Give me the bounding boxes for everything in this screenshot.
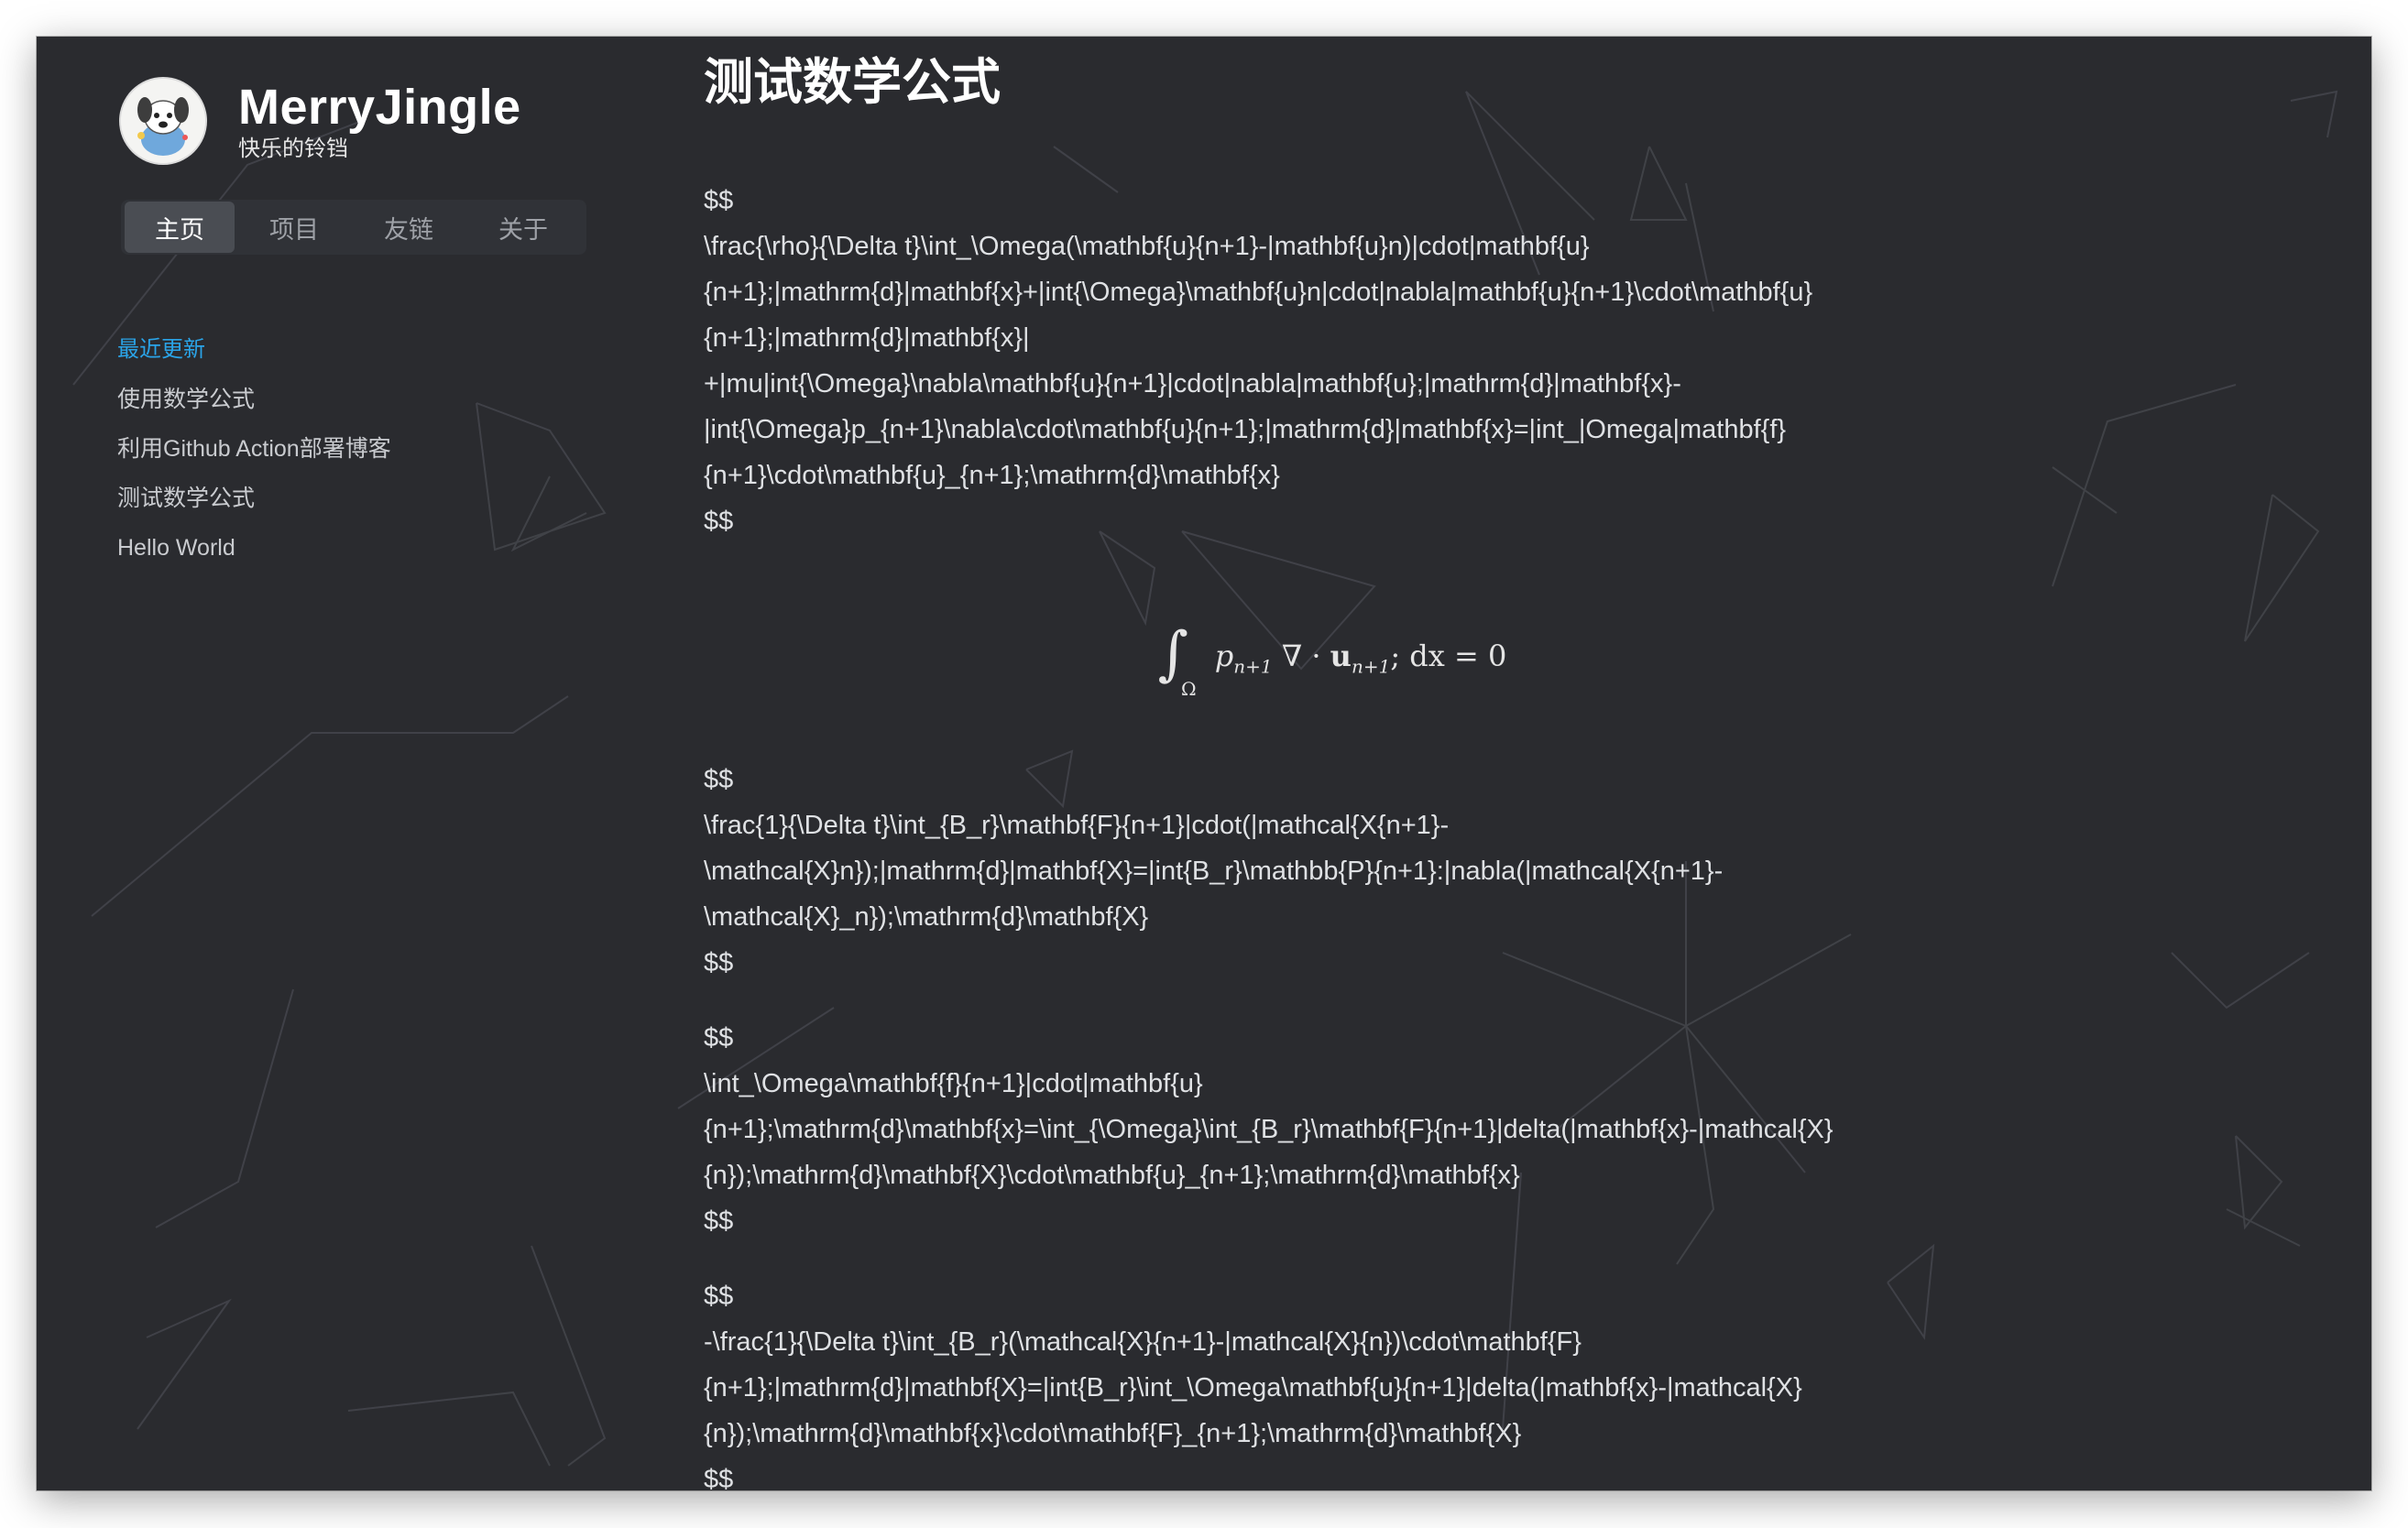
math-source-line: {n+1}\cdot\mathbf{u}_{n+1};\mathrm{d}\ma… (704, 461, 1280, 490)
eq-p-subscript: n+1 (1233, 655, 1273, 678)
eq-tail: ; dx = 0 (1390, 638, 1507, 673)
math-source-line: \mathcal{X}n});|mathrm{d}|mathbf{X}=|int… (704, 857, 1724, 886)
avatar[interactable] (121, 79, 205, 163)
math-source-line: $$ (704, 1282, 734, 1311)
math-source-line: \frac{\rho}{\Delta t}\int_\Omega(\mathbf… (704, 232, 1590, 261)
integral-domain: Ω (1181, 678, 1197, 700)
math-source-line: $$ (704, 1206, 734, 1236)
recent-post-link[interactable]: 使用数学公式 (117, 387, 391, 412)
browser-window: MerryJingle 快乐的铃铛 主页 项目 友链 关于 最近更新 使用数学公… (37, 37, 2371, 1490)
rendered-equation: ∫Ω pn+1 ∇ · un+1; dx = 0 (704, 570, 1987, 724)
avatar-dog-icon (121, 79, 205, 163)
math-source-line: \frac{1}{\Delta t}\int_{B_r}\mathbf{F}{n… (704, 811, 1450, 840)
post-body: $$ \frac{\rho}{\Delta t}\int_\Omega(\mat… (704, 178, 1987, 1490)
math-source-line: {n});\mathrm{d}\mathbf{x}\cdot\mathbf{F}… (704, 1419, 1522, 1448)
site-subtitle: 快乐的铃铛 (238, 136, 348, 161)
site-brand[interactable]: MerryJingle 快乐的铃铛 (121, 79, 521, 163)
eq-u: u (1330, 638, 1352, 673)
nav-projects[interactable]: 项目 (239, 202, 349, 253)
site-title[interactable]: MerryJingle (238, 80, 521, 135)
math-source-line: $$ (704, 948, 734, 977)
math-source-line: $$ (704, 1465, 734, 1490)
recent-post-link[interactable]: Hello World (117, 535, 391, 561)
math-source-line: $$ (704, 765, 734, 794)
math-source-line: $$ (704, 1023, 734, 1053)
recent-posts: 最近更新 使用数学公式 利用Github Action部署博客 测试数学公式 H… (117, 337, 391, 584)
post-title: 测试数学公式 (704, 55, 1001, 110)
math-source-line: {n+1};\mathrm{d}\mathbf{x}=\int_{\Omega}… (704, 1115, 1833, 1144)
equation: ∫Ω pn+1 ∇ · un+1; dx = 0 (1158, 613, 1507, 700)
math-source-block: $$ \frac{1}{\Delta t}\int_{B_r}\mathbf{F… (704, 757, 1987, 986)
eq-nabla-dot: ∇ · (1272, 638, 1330, 673)
recent-post-link[interactable]: 测试数学公式 (117, 486, 391, 511)
math-source-line: +|mu|int{\Omega}\nabla\mathbf{u}{n+1}|cd… (704, 369, 1681, 398)
math-source-line: {n+1};|mathrm{d}|mathbf{x}+|int{\Omega}\… (704, 278, 1813, 307)
recent-post-link[interactable]: 利用Github Action部署博客 (117, 436, 391, 462)
post-content: 测试数学公式 $$ \frac{\rho}{\Delta t}\int_\Ome… (704, 37, 1987, 1490)
math-source-line: \int_\Omega\mathbf{f}{n+1}|cdot|mathbf{u… (704, 1069, 1203, 1098)
main-nav: 主页 项目 友链 关于 (121, 200, 586, 255)
math-source-block: $$ \int_\Omega\mathbf{f}{n+1}|cdot|mathb… (704, 1015, 1987, 1244)
math-source-line: {n+1};|mathrm{d}|mathbf{X}=|int{B_r}\int… (704, 1373, 1802, 1402)
nav-about[interactable]: 关于 (468, 202, 578, 253)
math-source-line: {n+1};|mathrm{d}|mathbf{x}| (704, 323, 1030, 353)
math-source-line: \mathcal{X}_n});\mathrm{d}\mathbf{X} (704, 902, 1149, 932)
eq-u-subscript: n+1 (1351, 655, 1391, 678)
eq-p: p (1214, 638, 1234, 673)
math-source-line: $$ (704, 507, 734, 536)
math-source-line: {n});\mathrm{d}\mathbf{X}\cdot\mathbf{u}… (704, 1161, 1520, 1190)
recent-posts-heading: 最近更新 (117, 337, 205, 362)
math-source-block: $$ \frac{\rho}{\Delta t}\int_\Omega(\mat… (704, 178, 1987, 544)
nav-links[interactable]: 友链 (354, 202, 464, 253)
math-source-line: |int{\Omega}p_{n+1}\nabla\cdot\mathbf{u}… (704, 415, 1787, 444)
math-source-line: $$ (704, 186, 734, 215)
math-source-line: -\frac{1}{\Delta t}\int_{B_r}(\mathcal{X… (704, 1327, 1582, 1357)
math-source-block: $$ -\frac{1}{\Delta t}\int_{B_r}(\mathca… (704, 1273, 1987, 1490)
nav-home[interactable]: 主页 (125, 202, 235, 253)
